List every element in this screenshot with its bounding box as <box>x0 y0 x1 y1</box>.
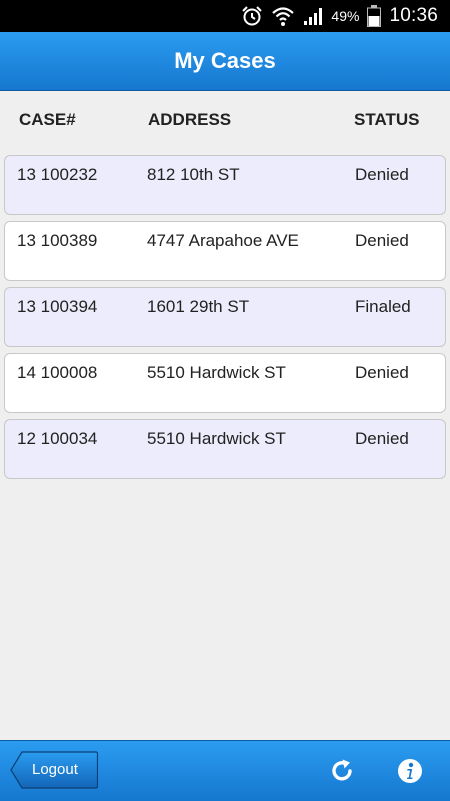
case-number: 14 100008 <box>17 363 98 382</box>
wifi-icon <box>272 7 295 26</box>
case-address: 812 10th ST <box>147 165 240 184</box>
footer-toolbar: Logout <box>0 740 450 801</box>
case-address: 4747 Arapahoe AVE <box>147 231 299 250</box>
case-status: Denied <box>355 429 409 448</box>
case-address: 5510 Hardwick ST <box>147 363 286 382</box>
info-icon <box>398 759 422 783</box>
case-status: Denied <box>355 231 409 250</box>
status-bar-right: 49% 10:36 <box>241 0 438 32</box>
battery-percentage: 49% <box>331 8 360 24</box>
column-header-address: ADDRESS <box>148 110 232 129</box>
app-header: My Cases <box>0 32 450 91</box>
column-header-status: STATUS <box>354 110 420 129</box>
case-address: 1601 29th ST <box>147 297 250 316</box>
case-list: 13 100232 812 10th ST Denied 13 100389 4… <box>4 155 446 485</box>
signal-icon <box>304 8 323 25</box>
case-row[interactable]: 13 100389 4747 Arapahoe AVE Denied <box>4 221 446 281</box>
case-number: 13 100232 <box>17 165 98 184</box>
case-row[interactable]: 14 100008 5510 Hardwick ST Denied <box>4 353 446 413</box>
refresh-button[interactable] <box>330 758 356 784</box>
alarm-icon <box>242 6 263 26</box>
refresh-icon <box>332 759 352 781</box>
case-address: 5510 Hardwick ST <box>147 429 286 448</box>
case-number: 13 100389 <box>17 231 98 250</box>
case-status: Denied <box>355 363 409 382</box>
case-status: Denied <box>355 165 409 184</box>
status-bar: 49% 10:36 <box>0 0 450 32</box>
logout-label: Logout <box>32 761 78 778</box>
info-button[interactable] <box>397 758 423 784</box>
case-number: 12 100034 <box>17 429 98 448</box>
case-row[interactable]: 13 100232 812 10th ST Denied <box>4 155 446 215</box>
case-row[interactable]: 13 100394 1601 29th ST Finaled <box>4 287 446 347</box>
column-header-case: CASE# <box>19 110 76 129</box>
battery-icon <box>367 5 382 27</box>
case-status: Finaled <box>355 297 411 316</box>
logout-button[interactable]: Logout <box>10 751 98 789</box>
case-number: 13 100394 <box>17 297 98 316</box>
page-title: My Cases <box>174 48 276 73</box>
column-headers: CASE# ADDRESS STATUS <box>0 98 450 142</box>
case-row[interactable]: 12 100034 5510 Hardwick ST Denied <box>4 419 446 479</box>
clock: 10:36 <box>389 5 438 26</box>
